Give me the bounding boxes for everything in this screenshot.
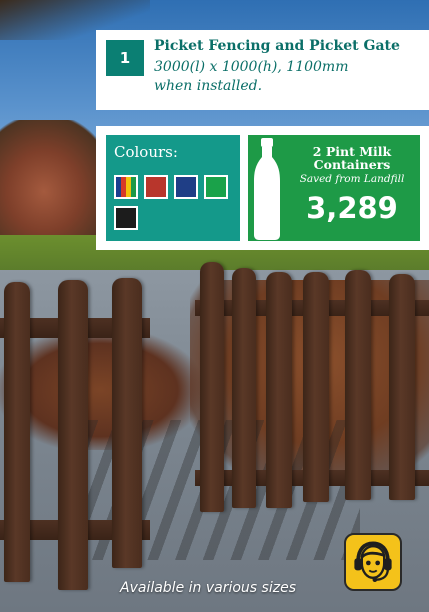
recycling-line-3: Saved from Landfill (299, 173, 405, 185)
recycling-panel: 2 Pint Milk Containers Saved from Landfi… (248, 135, 420, 241)
fence-picket (389, 274, 415, 500)
containers-saved-count: 3,289 (306, 191, 398, 225)
product-title: Picket Fencing and Picket Gate (154, 38, 400, 54)
recycling-line-2: Containers (313, 157, 391, 172)
fence-picket (112, 278, 142, 568)
colours-label: Colours: (114, 143, 178, 161)
product-number-badge: 1 (106, 40, 144, 76)
availability-note: Available in various sizes (120, 580, 296, 596)
product-dimensions: 3000(l) x 1000(h), 1100mm when installed… (154, 58, 424, 96)
colour-swatch-blue (174, 175, 198, 199)
product-info-card: Colours: 2 Pint Milk Containers Saved fr… (96, 126, 429, 250)
fence-picket (4, 282, 30, 582)
fence-picket (345, 270, 371, 500)
fence-picket (58, 280, 88, 590)
colour-swatch-black (114, 206, 138, 230)
colour-swatch-mixed (114, 175, 138, 199)
fence-picket (303, 272, 329, 502)
fence-picket (232, 268, 256, 508)
headset-support-icon[interactable] (344, 533, 402, 591)
dimensions-line-1: 3000(l) x 1000(h), 1100mm (154, 59, 349, 75)
dimensions-line-2: when installed. (154, 78, 263, 94)
milk-bottle-icon (254, 138, 280, 240)
fence-picket (200, 262, 224, 512)
fence-picket (266, 272, 292, 508)
product-title-card: 1 Picket Fencing and Picket Gate 3000(l)… (96, 30, 429, 110)
colour-swatch-green (204, 175, 228, 199)
colours-panel: Colours: (106, 135, 240, 241)
trees-left (0, 120, 110, 250)
colour-swatch-red (144, 175, 168, 199)
headset-support-glyph (354, 541, 392, 583)
